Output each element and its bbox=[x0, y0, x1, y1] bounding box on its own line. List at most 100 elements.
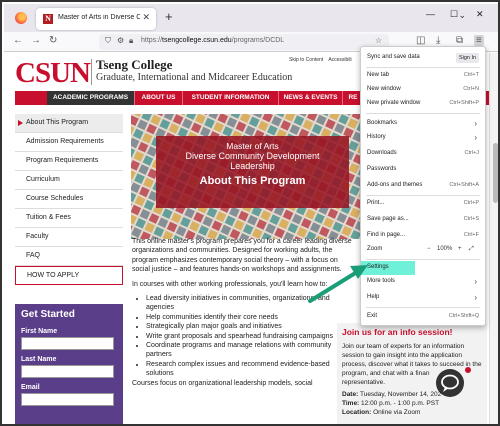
menu-item-shortcut: Ctrl+P bbox=[463, 200, 479, 206]
menu-sync-label: Sync and save data bbox=[367, 54, 420, 60]
logo-divider bbox=[91, 59, 92, 85]
shield-icon[interactable]: ⛉ bbox=[105, 36, 111, 46]
menu-new-window[interactable]: New window Ctrl+N bbox=[361, 83, 485, 97]
reload-icon[interactable]: ↻ bbox=[49, 35, 57, 46]
minimize-button[interactable]: — bbox=[426, 9, 435, 19]
chat-button[interactable] bbox=[436, 369, 464, 397]
menu-item-label: Find in page... bbox=[367, 232, 406, 238]
url-prefix: https:// bbox=[141, 37, 163, 44]
menu-sync[interactable]: Sync and save data Sign In bbox=[361, 51, 485, 65]
menu-find-in-page[interactable]: Find in page... Ctrl+F bbox=[361, 229, 485, 243]
menu-item-shortcut: Ctrl+J bbox=[464, 150, 479, 156]
forward-arrow-icon[interactable]: → bbox=[31, 35, 41, 46]
menu-item-label: Save page as... bbox=[367, 216, 409, 222]
sidebar-item-faq[interactable]: FAQ bbox=[15, 247, 123, 266]
zoom-out-button[interactable]: − bbox=[427, 246, 431, 252]
sidebar-item-admission[interactable]: Admission Requirements bbox=[15, 133, 123, 152]
get-started-form: Get Started First Name Last Name Email bbox=[15, 304, 123, 424]
firefox-logo-icon bbox=[15, 12, 27, 24]
list-item: Research complex issues and recommend ev… bbox=[146, 360, 357, 379]
accessibility-link[interactable]: Accessibili bbox=[328, 57, 351, 63]
first-name-field[interactable] bbox=[21, 337, 114, 350]
new-tab-button[interactable]: + bbox=[165, 9, 173, 24]
email-field[interactable] bbox=[21, 393, 114, 406]
permissions-icon[interactable]: ⚙ bbox=[117, 36, 124, 45]
skip-to-content-link[interactable]: Skip to Content bbox=[289, 57, 323, 63]
menu-new-tab[interactable]: New tab Ctrl+T bbox=[361, 69, 485, 83]
email-label: Email bbox=[21, 384, 40, 391]
hero-title-box: Master of Arts Diverse Community Develop… bbox=[156, 136, 349, 208]
sidebar-item-program-requirements[interactable]: Program Requirements bbox=[15, 152, 123, 171]
sidebar-item-tuition[interactable]: Tuition & Fees bbox=[15, 209, 123, 228]
close-tab-icon[interactable]: ✕ bbox=[142, 12, 150, 23]
sidebar-item-course-schedules[interactable]: Course Schedules bbox=[15, 190, 123, 209]
pocket-icon[interactable]: ◫ bbox=[416, 35, 425, 46]
menu-save-page[interactable]: Save page as... Ctrl+S bbox=[361, 213, 485, 227]
list-item: Write grant proposals and spearhead fund… bbox=[146, 332, 357, 341]
menu-item-label: Help bbox=[367, 294, 380, 300]
time-label: Time: bbox=[342, 400, 360, 407]
menu-passwords[interactable]: Passwords bbox=[361, 163, 485, 177]
back-arrow-icon[interactable]: ← bbox=[13, 35, 23, 46]
menu-bookmarks[interactable]: Bookmarks › bbox=[361, 117, 485, 131]
sidebar-item-about[interactable]: About This Program bbox=[15, 114, 123, 133]
lock-icon[interactable]: 🔒︎ bbox=[129, 36, 133, 46]
bookmark-star-icon[interactable]: ☆ bbox=[375, 36, 382, 45]
nav-academic-programs[interactable]: ACADEMIC PROGRAMS bbox=[47, 91, 135, 105]
firefox-app-menu: Sync and save data Sign In New tab Ctrl+… bbox=[360, 46, 486, 326]
menu-item-label: Settings bbox=[367, 264, 389, 270]
menu-downloads[interactable]: Downloads Ctrl+J bbox=[361, 147, 485, 161]
nav-student-information[interactable]: STUDENT INFORMATION bbox=[183, 91, 279, 105]
menu-more-tools[interactable]: More tools › bbox=[361, 275, 485, 289]
chevron-right-icon: › bbox=[474, 293, 477, 302]
menu-help[interactable]: Help › bbox=[361, 291, 485, 305]
menu-item-label: New private window bbox=[367, 100, 421, 106]
fullscreen-icon[interactable]: ⤢ bbox=[469, 246, 474, 253]
get-started-title: Get Started bbox=[21, 309, 75, 320]
app-menu-hamburger-icon[interactable]: ≡ bbox=[474, 35, 484, 46]
menu-item-label: Passwords bbox=[367, 166, 397, 172]
menu-item-label: More tools bbox=[367, 278, 396, 284]
menu-history[interactable]: History › bbox=[361, 131, 485, 145]
scrollbar-thumb[interactable] bbox=[493, 143, 498, 203]
close-window-button[interactable]: ✕ bbox=[476, 9, 484, 20]
menu-exit[interactable]: Exit Ctrl+Shift+Q bbox=[361, 310, 485, 324]
menu-new-private-window[interactable]: New private window Ctrl+Shift+P bbox=[361, 97, 485, 111]
csun-favicon-icon: N bbox=[43, 14, 53, 24]
hero-banner: Master of Arts Diverse Community Develop… bbox=[131, 114, 374, 239]
chevron-right-icon: › bbox=[474, 119, 477, 128]
menu-item-shortcut: Ctrl+N bbox=[463, 86, 479, 92]
downloads-icon[interactable]: ⤓ bbox=[436, 35, 440, 46]
csun-logo[interactable]: CSUN bbox=[15, 57, 91, 90]
url-bar[interactable]: ⛉ ⚙ 🔒︎ https://tsengcollege.csun.edu/pro… bbox=[99, 34, 389, 50]
sidebar-item-faculty[interactable]: Faculty bbox=[15, 228, 123, 247]
sign-in-button[interactable]: Sign In bbox=[456, 53, 479, 63]
menu-addons[interactable]: Add-ons and themes Ctrl+Shift+A bbox=[361, 179, 485, 193]
location-value: Online via Zoom bbox=[373, 409, 421, 416]
list-item: Lead diversity initiatives in communitie… bbox=[146, 294, 357, 313]
menu-settings[interactable]: Settings bbox=[361, 261, 415, 275]
sidebar-item-curriculum[interactable]: Curriculum bbox=[15, 171, 123, 190]
nav-about-us[interactable]: ABOUT US bbox=[135, 91, 183, 105]
extensions-icon[interactable]: ⧉ bbox=[456, 35, 463, 46]
last-name-field[interactable] bbox=[21, 365, 114, 378]
nav-news-events[interactable]: NEWS & EVENTS bbox=[279, 91, 343, 105]
url-host: tsengcollege.csun.edu bbox=[162, 37, 232, 44]
zoom-in-button[interactable]: + bbox=[458, 246, 462, 252]
menu-item-shortcut: Ctrl+Shift+A bbox=[449, 182, 479, 188]
menu-item-label: Exit bbox=[367, 313, 378, 319]
maximize-button[interactable]: ☐ bbox=[450, 9, 458, 20]
info-time: Time: 12:00 p.m. - 1:00 p.m. PST bbox=[342, 399, 482, 408]
menu-separator bbox=[366, 195, 480, 196]
active-tab[interactable]: N Master of Arts in Diverse Comm... ✕ bbox=[36, 8, 156, 30]
zoom-level[interactable]: 100% bbox=[437, 246, 452, 252]
college-name[interactable]: Tseng College bbox=[96, 57, 172, 73]
program-description: This online master's program prepares yo… bbox=[132, 237, 357, 393]
menu-item-shortcut: Ctrl+T bbox=[463, 72, 479, 78]
info-location: Location: Online via Zoom bbox=[342, 408, 482, 417]
list-tabs-icon[interactable]: ⌄ bbox=[458, 10, 466, 21]
date-value: Tuesday, November 14, 202 bbox=[359, 391, 442, 398]
sidebar-item-how-to-apply[interactable]: HOW TO APPLY bbox=[15, 266, 123, 285]
page-scrollbar[interactable] bbox=[489, 53, 498, 424]
menu-print[interactable]: Print... Ctrl+P bbox=[361, 197, 485, 211]
